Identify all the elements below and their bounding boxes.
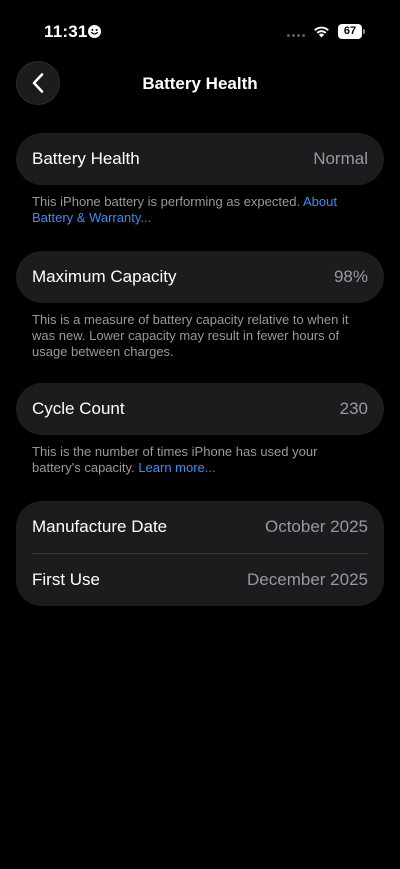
maximum-capacity-card: Maximum Capacity 98% (16, 251, 384, 303)
cellular-signal-icon (287, 34, 305, 37)
maximum-capacity-value: 98% (333, 267, 368, 286)
cycle-count-card: Cycle Count 230 (16, 383, 384, 435)
wifi-icon (313, 25, 330, 38)
page-title: Battery Health (142, 74, 258, 93)
cycle-count-footnote: This is the number of times iPhone has u… (32, 444, 368, 476)
manufacture-date-value: October 2025 (264, 517, 368, 536)
battery-health-row: Battery Health Normal (16, 133, 384, 185)
battery-health-label: Battery Health (32, 149, 140, 168)
manufacture-date-label: Manufacture Date (32, 517, 168, 536)
status-bar: 11:31 67 (0, 0, 400, 64)
dates-card: Manufacture Date October 2025 First Use … (16, 501, 384, 606)
battery-health-card: Battery Health Normal (16, 133, 384, 185)
cycle-count-label: Cycle Count (32, 399, 125, 418)
battery-cap (363, 29, 365, 34)
manufacture-date-row: Manufacture Date October 2025 (16, 501, 384, 553)
maximum-capacity-row: Maximum Capacity 98% (16, 251, 384, 303)
smiley-icon (88, 25, 101, 38)
battery-icon: 67 (338, 24, 365, 39)
battery-health-screen: 11:31 67 Battery Health Battery Health N… (0, 0, 400, 869)
first-use-row: First Use December 2025 (16, 554, 384, 606)
maximum-capacity-description: This is a measure of battery capacity re… (32, 312, 349, 359)
battery-health-footnote: This iPhone battery is performing as exp… (32, 194, 368, 226)
battery-health-description: This iPhone battery is performing as exp… (32, 194, 301, 209)
cycle-count-row: Cycle Count 230 (16, 383, 384, 435)
maximum-capacity-label: Maximum Capacity (32, 267, 177, 286)
cycle-count-value: 230 (339, 399, 368, 418)
learn-more-link[interactable]: Learn more... (138, 460, 215, 475)
battery-level: 67 (338, 24, 362, 39)
first-use-value: December 2025 (247, 570, 368, 589)
maximum-capacity-footnote: This is a measure of battery capacity re… (32, 312, 368, 360)
first-use-label: First Use (32, 570, 100, 589)
status-time: 11:31 (44, 22, 88, 41)
battery-health-value: Normal (313, 149, 368, 168)
